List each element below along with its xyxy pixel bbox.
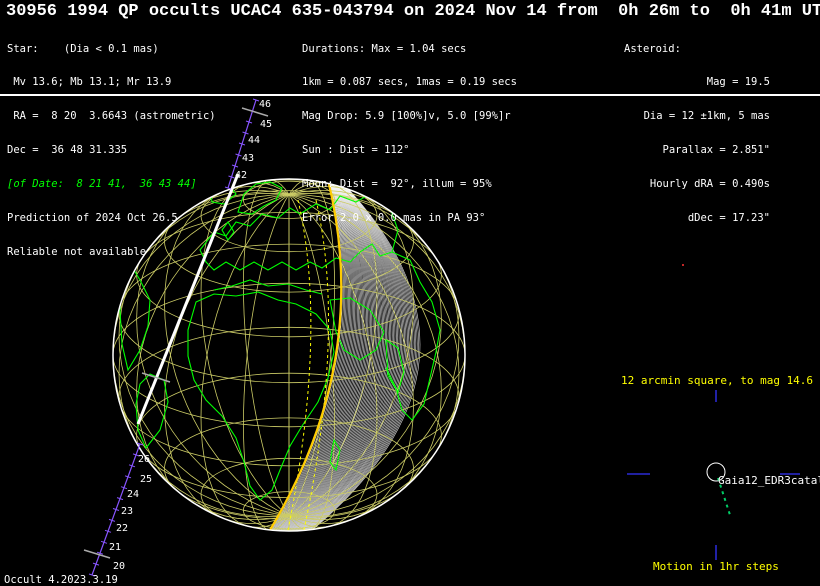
star-info-panel: Star: (Dia < 0.1 mas) Mv 13.6; Mb 13.1; … (7, 21, 216, 270)
track-label-top: 46 (259, 99, 271, 110)
finder-caption: 12 arcmin square, to mag 14.6 (621, 374, 814, 387)
star-of-date: [of Date: 8 21 41, 36 43 44] (7, 178, 197, 191)
red-dot (682, 264, 684, 266)
track-label-bottom: 26 (138, 454, 150, 465)
event-info-line: Durations: Max = 1.04 secs (302, 42, 467, 55)
track-label-top: 44 (248, 135, 260, 146)
event-info-line: Error 2.0 x 0.0 mas in PA 93° (302, 212, 486, 225)
star-info-line: Dec = 36 48 31.335 (7, 144, 128, 157)
event-info-panel: Durations: Max = 1.04 secs 1km = 0.087 s… (302, 21, 517, 236)
star-info-line: Mv 13.6; Mb 13.1; Mr 13.9 (7, 76, 172, 89)
event-info-line: Sun : Dist = 112° (302, 144, 410, 157)
track-label-bottom: 23 (121, 506, 133, 517)
track-label-bottom: 25 (140, 474, 152, 485)
event-info-line: Mag Drop: 5.9 [100%]v, 5.0 [99%]r (302, 110, 511, 123)
event-info-line: 1km = 0.087 secs, 1mas = 0.19 secs (302, 76, 517, 89)
version-label: Occult 4.2023.3.19 (4, 574, 118, 586)
reliability-note: Reliable not available (7, 245, 147, 258)
asteroid-info-line: Dia = 12 ±1km, 5 mas (643, 110, 770, 123)
header-divider (0, 94, 820, 96)
prediction-date: Prediction of 2024 Oct 26.5 (7, 212, 178, 225)
track-label-top: 43 (242, 153, 254, 164)
asteroid-info-panel: Asteroid: Mag = 19.5 Dia = 12 ±1km, 5 ma… (560, 21, 770, 236)
event-info-line: Moon: Dist = 92°, illum = 95% (302, 178, 492, 191)
motion-caption: Motion in 1hr steps (653, 560, 779, 573)
coastline-africa (187, 291, 335, 501)
star-info-line: RA = 8 20 3.6643 (astrometric) (7, 110, 216, 123)
asteroid-info-line: Parallax = 2.851" (662, 144, 770, 157)
star-info-line: Star: (Dia < 0.1 mas) (7, 42, 159, 55)
track-label-bottom: 24 (127, 489, 139, 500)
page-title: 30956 1994 QP occults UCAC4 635-043794 o… (6, 2, 820, 21)
asteroid-header: Asteroid: (624, 42, 681, 55)
track-label-top: 45 (260, 119, 272, 130)
asteroid-info-line: dDec = 17.23" (687, 212, 770, 225)
track-label-top: 42 (235, 170, 247, 181)
track-label-bottom: 21 (109, 542, 121, 553)
asteroid-info-line: Mag = 19.5 (706, 76, 770, 89)
track-label-bottom: 20 (113, 561, 125, 572)
track-label-bottom: 22 (116, 523, 128, 534)
finder-star-label: Gaia12_EDR3catal (718, 474, 820, 487)
asteroid-info-line: Hourly dRA = 0.490s (649, 178, 770, 191)
